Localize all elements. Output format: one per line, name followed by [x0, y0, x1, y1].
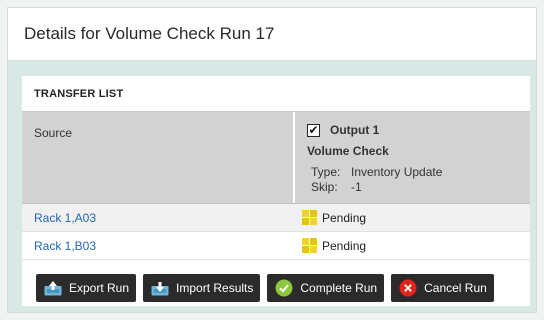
import-results-label: Import Results: [176, 281, 254, 295]
cancel-run-label: Cancel Run: [424, 281, 487, 295]
type-value: Inventory Update: [351, 165, 443, 179]
panel-header: Details for Volume Check Run 17: [8, 8, 536, 61]
complete-run-button[interactable]: Complete Run: [267, 274, 385, 302]
skip-value: -1: [351, 180, 362, 194]
output-column-header: ✔ Output 1 Volume Check Type: Inventory …: [293, 112, 530, 203]
x-circle-icon: [398, 279, 418, 297]
details-panel: Details for Volume Check Run 17 TRANSFER…: [7, 7, 537, 313]
grid-header-row: Source ✔ Output 1 Volume Check Type: Inv…: [22, 112, 530, 204]
skip-row: Skip: -1: [311, 180, 530, 195]
export-run-label: Export Run: [69, 281, 130, 295]
type-row: Type: Inventory Update: [311, 165, 530, 180]
pending-icon: [302, 210, 317, 225]
complete-run-label: Complete Run: [300, 281, 378, 295]
skip-label: Skip:: [311, 180, 338, 194]
table-row: Rack 1,B03 Pending: [22, 232, 530, 260]
status-text: Pending: [322, 238, 367, 253]
source-link[interactable]: Rack 1,B03: [22, 239, 293, 253]
status-cell: Pending: [293, 238, 530, 253]
source-column-header: Source: [34, 126, 73, 140]
section-label: TRANSFER LIST: [22, 76, 530, 112]
output-meta: Type: Inventory Update Skip: -1: [307, 165, 530, 195]
output-subtitle: Volume Check: [307, 144, 389, 158]
transfer-grid: Source ✔ Output 1 Volume Check Type: Inv…: [22, 112, 530, 260]
output-checkbox[interactable]: ✔: [307, 123, 320, 137]
page-title: Details for Volume Check Run 17: [24, 24, 275, 43]
output-title-line: ✔ Output 1: [307, 121, 530, 139]
source-link[interactable]: Rack 1,A03: [22, 211, 293, 225]
export-run-button[interactable]: Export Run: [36, 274, 137, 302]
check-circle-icon: [274, 279, 294, 297]
table-row: Rack 1,A03 Pending: [22, 204, 530, 232]
status-cell: Pending: [293, 210, 530, 225]
download-tray-icon: [150, 279, 170, 297]
cancel-run-button[interactable]: Cancel Run: [391, 274, 494, 302]
pending-icon: [302, 238, 317, 253]
import-results-button[interactable]: Import Results: [143, 274, 261, 302]
output-name: Output 1: [330, 123, 380, 137]
action-buttons: Export Run Import Results Complete Run C…: [36, 274, 494, 302]
upload-tray-icon: [43, 279, 63, 297]
transfer-list-card: TRANSFER LIST Source ✔ Output 1 Volume C…: [22, 76, 530, 306]
type-label: Type:: [311, 165, 341, 179]
status-text: Pending: [322, 210, 367, 225]
